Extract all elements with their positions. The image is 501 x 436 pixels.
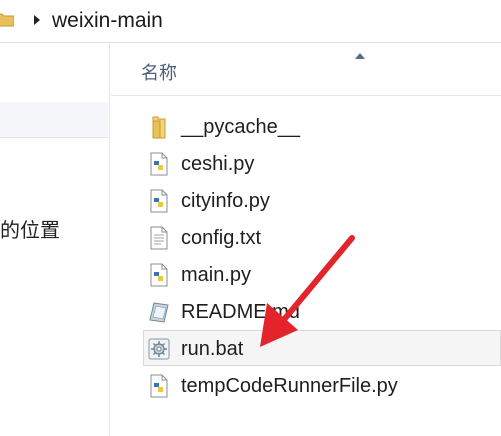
- file-row-tempcoderunnerfile-py[interactable]: tempCodeRunnerFile.py: [143, 367, 501, 403]
- sort-ascending-icon: [355, 53, 365, 59]
- file-name: ceshi.py: [181, 153, 255, 175]
- column-header-name[interactable]: 名称: [111, 44, 501, 96]
- file-name: run.bat: [181, 338, 244, 360]
- folder-icon: [152, 116, 166, 139]
- text-file-icon: [150, 226, 168, 250]
- file-name: README.md: [181, 301, 300, 323]
- file-row-main-py[interactable]: main.py: [143, 256, 501, 292]
- breadcrumb-chevron-icon[interactable]: [34, 15, 40, 25]
- file-name: config.txt: [181, 227, 262, 249]
- file-name: __pycache__: [181, 116, 300, 138]
- file-row-run-bat[interactable]: run.bat: [143, 330, 501, 366]
- markdown-file-icon: [149, 302, 169, 323]
- navigation-pane-header: [0, 102, 108, 138]
- batch-file-icon: [148, 338, 170, 360]
- python-file-icon: [150, 189, 168, 213]
- file-row-cityinfo-py[interactable]: cityinfo.py: [143, 182, 501, 218]
- file-row-config-txt[interactable]: config.txt: [143, 219, 501, 255]
- file-name: cityinfo.py: [181, 190, 270, 212]
- column-header-label: 名称: [141, 63, 177, 83]
- python-file-icon: [150, 374, 168, 398]
- folder-icon: [0, 13, 14, 27]
- navigation-pane[interactable]: 的位置: [0, 44, 110, 436]
- address-bar[interactable]: weixin-main: [0, 0, 501, 43]
- file-row-pycache[interactable]: __pycache__: [143, 108, 501, 144]
- file-row-readme-md[interactable]: README.md: [143, 293, 501, 329]
- python-file-icon: [150, 152, 168, 176]
- file-list[interactable]: 名称 __pycache__ ceshi.py cityinfo.py conf…: [111, 44, 501, 436]
- python-file-icon: [150, 263, 168, 287]
- breadcrumb-current-folder[interactable]: weixin-main: [52, 8, 163, 34]
- file-name: tempCodeRunnerFile.py: [181, 375, 398, 397]
- file-row-ceshi-py[interactable]: ceshi.py: [143, 145, 501, 181]
- navigation-item-location[interactable]: 的位置: [0, 219, 60, 243]
- file-name: main.py: [181, 264, 252, 286]
